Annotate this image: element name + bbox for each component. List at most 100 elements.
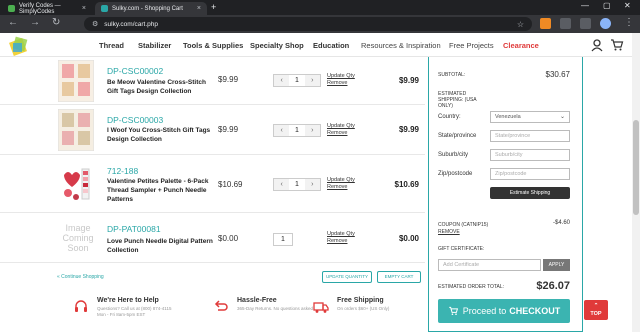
nav-stabilizer[interactable]: Stabilizer [138, 41, 171, 50]
extensions-puzzle-icon[interactable] [580, 18, 591, 29]
nav-clearance[interactable]: Clearance [503, 41, 539, 50]
back-to-top-button[interactable]: ⌃ TOP [584, 300, 608, 320]
gift-certificate-input[interactable]: Add Certificate [438, 259, 541, 271]
update-qty-link[interactable]: Update Qty [327, 231, 355, 238]
remove-item-link[interactable]: Remove [327, 184, 347, 191]
cart-icon[interactable] [610, 38, 624, 52]
profile-avatar[interactable] [600, 18, 611, 29]
update-qty-link[interactable]: Update Qty [327, 177, 355, 184]
help-title: We're Here to Help [97, 297, 159, 304]
remove-item-link[interactable]: Remove [327, 130, 347, 137]
quantity-input[interactable]: 1 [273, 233, 293, 246]
quantity-stepper[interactable]: ‹ 1 › [273, 124, 321, 137]
order-total-value: $26.07 [536, 280, 570, 292]
gift-certificate-label: GIFT CERTIFICATE: [438, 246, 485, 252]
cart-row: DP-CSC00003 I Woof You Cross-Stitch Gift… [0, 105, 425, 155]
subtotal-value: $30.67 [545, 70, 570, 79]
sulky-logo[interactable] [8, 35, 30, 57]
zip-input[interactable]: Zip/postcode [490, 168, 570, 180]
back-icon[interactable]: ← [8, 17, 18, 28]
returns-icon [214, 300, 228, 311]
cart-row: Image Coming Soon DP-PAT00081 Love Punch… [0, 213, 425, 263]
product-name-link[interactable]: Be Meow Valentine Cross-Stitch Gift Tags… [107, 78, 217, 96]
estimate-shipping-button[interactable]: Estimate Shipping [490, 187, 570, 199]
account-icon[interactable] [590, 38, 604, 52]
quantity-stepper[interactable]: ‹ 1 › [273, 178, 321, 191]
url-input[interactable]: ⚙ sulky.com/cart.php ☆ [84, 17, 532, 31]
zip-label: Zip/postcode [438, 171, 473, 177]
new-tab-icon[interactable]: + [211, 2, 216, 12]
product-sku-link[interactable]: DP-CSC00002 [107, 66, 163, 76]
maximize-icon[interactable]: ▢ [603, 1, 611, 10]
update-qty-link[interactable]: Update Qty [327, 123, 355, 130]
quantity-value[interactable]: 1 [289, 179, 304, 190]
quantity-value[interactable]: 1 [289, 125, 304, 136]
tab-simplycodes[interactable]: Verify Codes — SimplyCodes × [2, 2, 92, 15]
decrease-quantity-button[interactable]: ‹ [274, 179, 290, 190]
nav-specialty-shop[interactable]: Specialty Shop [250, 41, 304, 50]
coupon-remove-link[interactable]: REMOVE [438, 229, 460, 235]
returns-text: 365-Day Returns. No questions asked. [237, 306, 315, 311]
address-bar-row: ← → ↻ ⚙ sulky.com/cart.php ☆ ⋮ [0, 15, 640, 33]
update-quantity-button[interactable]: UPDATE QUANTITY [322, 271, 372, 283]
state-input[interactable]: State/province [490, 130, 570, 142]
minimize-icon[interactable]: — [581, 1, 589, 10]
decrease-quantity-button[interactable]: ‹ [274, 75, 290, 86]
brave-shield-icon[interactable] [540, 18, 551, 29]
shipping-text: On orders $60+ (US Only) [337, 306, 390, 311]
remove-item-link[interactable]: Remove [327, 238, 347, 245]
remove-item-link[interactable]: Remove [327, 80, 347, 87]
site-info-icon[interactable]: ⚙ [92, 20, 98, 28]
increase-quantity-button[interactable]: › [304, 125, 320, 136]
product-name-link[interactable]: Love Punch Needle Digital Pattern Collec… [107, 237, 217, 255]
close-window-icon[interactable]: ✕ [624, 1, 631, 10]
quantity-stepper[interactable]: ‹ 1 › [273, 74, 321, 87]
increase-quantity-button[interactable]: › [304, 75, 320, 86]
scrollbar-thumb[interactable] [633, 120, 639, 215]
url-text: sulky.com/cart.php [104, 20, 158, 28]
extension-icon[interactable] [560, 18, 571, 29]
close-tab-icon[interactable]: × [197, 5, 201, 12]
country-selected-value: Venezuela [495, 114, 521, 120]
nav-education[interactable]: Education [313, 41, 349, 50]
nav-tools-supplies[interactable]: Tools & Supplies [183, 41, 243, 50]
empty-cart-button[interactable]: EMPTY CART [377, 271, 421, 283]
product-thumbnail[interactable] [58, 60, 94, 102]
quantity-value[interactable]: 1 [289, 75, 304, 86]
nav-free-projects[interactable]: Free Projects [449, 41, 494, 50]
product-sku-link[interactable]: DP-CSC00003 [107, 115, 163, 125]
close-tab-icon[interactable]: × [82, 5, 86, 12]
apply-button[interactable]: APPLY [543, 259, 570, 271]
nav-resources-inspiration[interactable]: Resources & Inspiration [361, 41, 441, 50]
unit-price: $9.99 [218, 75, 239, 84]
sulky-favicon-icon [101, 5, 108, 12]
checkout-button[interactable]: Proceed to CHECKOUT [438, 299, 570, 323]
reload-icon[interactable]: ↻ [52, 17, 60, 28]
suburb-input[interactable]: Suburb/city [490, 149, 570, 161]
tab-sulky-cart[interactable]: Sulky.com - Shopping Cart × [95, 2, 207, 15]
product-thumbnail[interactable] [58, 163, 94, 205]
product-name-link[interactable]: Valentine Petites Palette - 6-Pack Threa… [107, 177, 217, 204]
increase-quantity-button[interactable]: › [304, 179, 320, 190]
headset-icon [75, 300, 87, 312]
subtotal-label: SUBTOTAL: [438, 72, 466, 78]
tab-title: Verify Codes — SimplyCodes [19, 2, 61, 15]
continue-shopping-link[interactable]: « Continue Shopping [57, 274, 104, 280]
nav-thread[interactable]: Thread [99, 41, 124, 50]
checkout-bold: CHECKOUT [509, 306, 561, 316]
coupon-label: COUPON (CATNIP15) [438, 222, 489, 228]
order-total-label: ESTIMATED ORDER TOTAL: [438, 284, 505, 290]
product-thumbnail[interactable] [58, 109, 94, 151]
tab-title: Sulky.com - Shopping Cart [112, 5, 183, 12]
update-qty-link[interactable]: Update Qty [327, 73, 355, 80]
bookmark-star-icon[interactable]: ☆ [517, 20, 524, 29]
product-name-link[interactable]: I Woof You Cross-Stitch Gift Tags Design… [107, 126, 217, 144]
country-select[interactable]: Venezuela ⌄ [490, 111, 570, 123]
checkout-prefix: Proceed to [462, 306, 507, 316]
forward-icon[interactable]: → [30, 17, 40, 28]
product-sku-link[interactable]: DP-PAT00081 [107, 224, 161, 234]
decrease-quantity-button[interactable]: ‹ [274, 125, 290, 136]
shipping-title: Free Shipping [337, 297, 384, 304]
browser-menu-icon[interactable]: ⋮ [624, 17, 634, 28]
product-sku-link[interactable]: 712-188 [107, 166, 138, 176]
